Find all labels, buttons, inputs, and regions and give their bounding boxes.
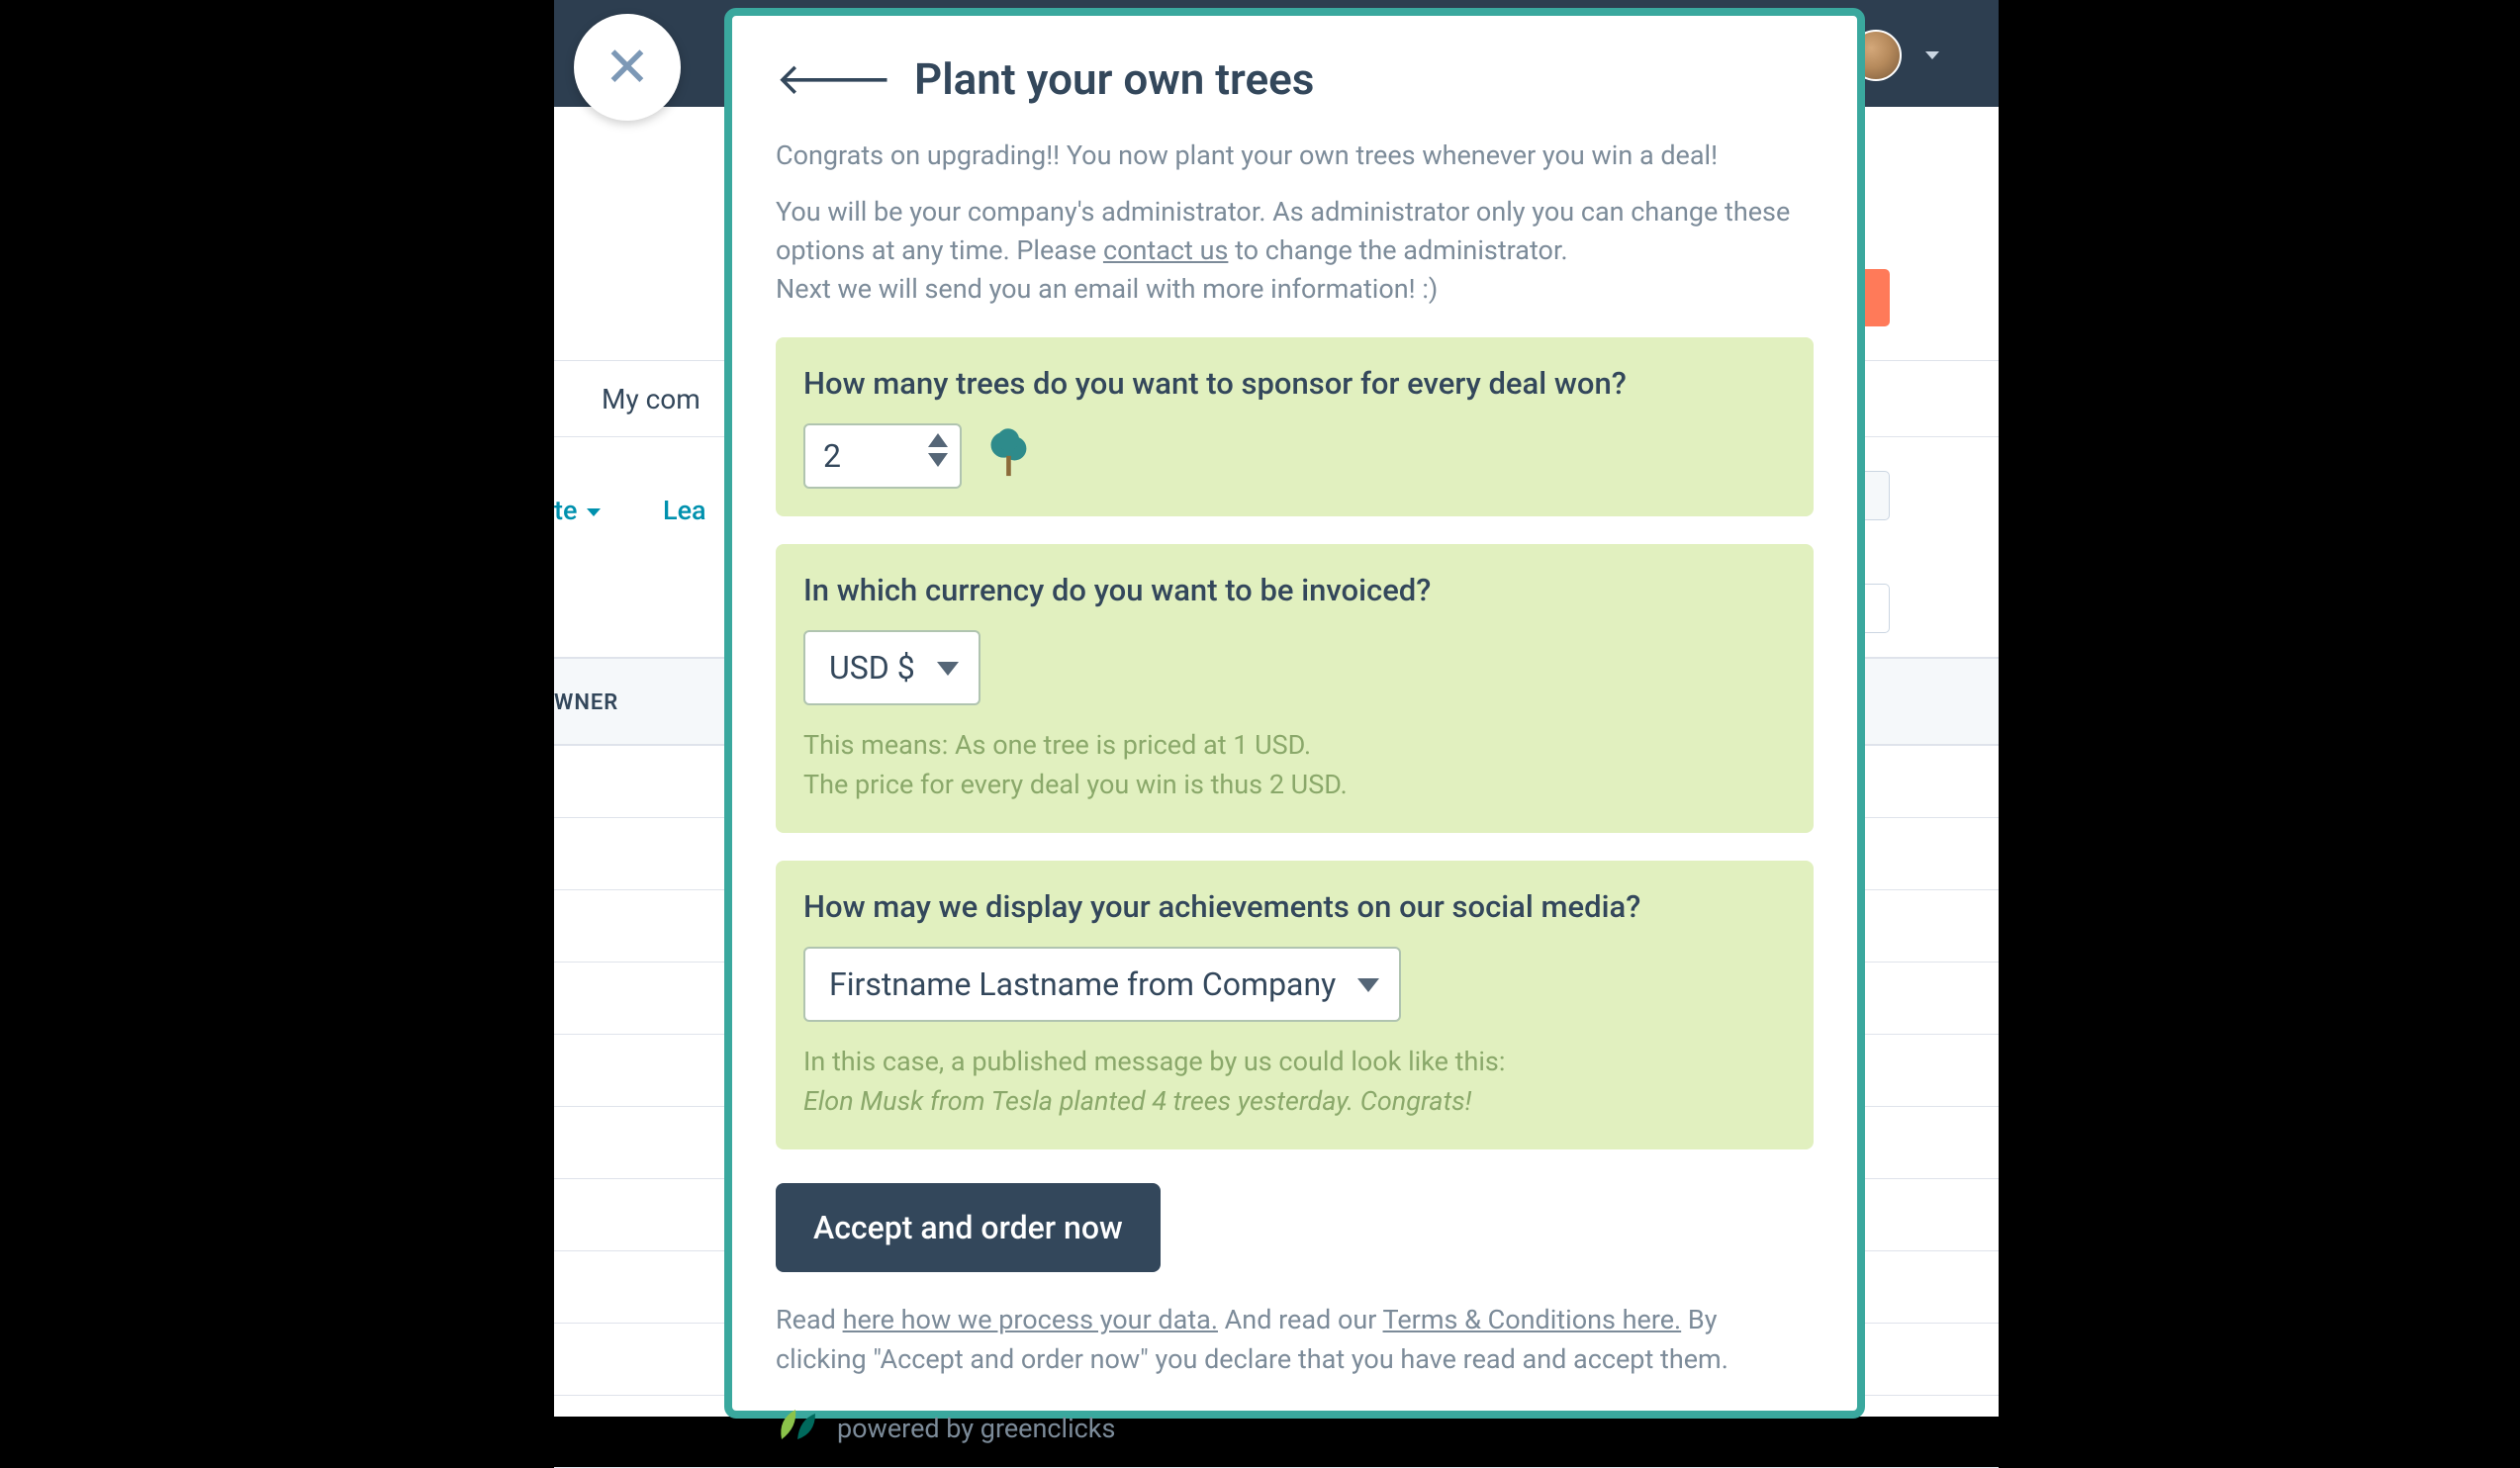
data-processing-link[interactable]: here how we process your data.: [843, 1304, 1218, 1335]
spinner-controls: [928, 433, 948, 467]
modal-header: 🡐 Plant your own trees: [776, 53, 1814, 105]
intro-text-2: You will be your company's administrator…: [776, 193, 1814, 309]
trees-card: How many trees do you want to sponsor fo…: [776, 337, 1814, 516]
terms-link[interactable]: Terms & Conditions here.: [1383, 1304, 1682, 1335]
spinner-up-icon[interactable]: [928, 433, 948, 447]
spinner-down-icon[interactable]: [928, 453, 948, 467]
social-question: How may we display your achievements on …: [803, 888, 1786, 925]
trees-count-value: 2: [823, 437, 841, 475]
filter-dropdown-partial[interactable]: te: [554, 495, 601, 526]
filter-dropdown-partial[interactable]: Lea: [663, 495, 706, 526]
currency-select[interactable]: USD $: [803, 630, 980, 705]
legal-text: Read here how we process your data. And …: [776, 1300, 1814, 1380]
tree-icon: [985, 428, 1031, 484]
greenclicks-leaf-icon: [776, 1406, 819, 1452]
social-display-select[interactable]: Firstname Lastname from Company: [803, 947, 1401, 1022]
trees-question: How many trees do you want to sponsor fo…: [803, 365, 1786, 402]
back-arrow-icon[interactable]: 🡐: [776, 57, 892, 101]
plant-trees-modal: 🡐 Plant your own trees Congrats on upgra…: [724, 8, 1865, 1419]
chevron-down-icon: [1357, 978, 1379, 992]
currency-hint: This means: As one tree is priced at 1 U…: [803, 725, 1786, 805]
accept-order-button[interactable]: Accept and order now: [776, 1183, 1161, 1272]
chevron-down-icon[interactable]: [1925, 51, 1939, 59]
social-hint: In this case, a published message by us …: [803, 1042, 1786, 1122]
currency-question: In which currency do you want to be invo…: [803, 572, 1786, 608]
modal-title: Plant your own trees: [914, 53, 1314, 105]
close-button[interactable]: ✕: [574, 14, 681, 121]
column-header-partial[interactable]: WNER: [554, 690, 618, 715]
tab-partial[interactable]: My com: [602, 383, 700, 415]
close-icon: ✕: [605, 35, 651, 100]
trees-count-input[interactable]: 2: [803, 423, 962, 489]
intro-text-1: Congrats on upgrading!! You now plant yo…: [776, 137, 1814, 175]
currency-card: In which currency do you want to be invo…: [776, 544, 1814, 833]
social-selected: Firstname Lastname from Company: [829, 965, 1336, 1003]
social-card: How may we display your achievements on …: [776, 861, 1814, 1149]
powered-by-text: powered by greenclicks: [837, 1413, 1115, 1444]
app-viewport: My com te Lea WNER ✕ 🡐 Plant yo: [554, 0, 1999, 1417]
trees-input-row: 2: [803, 423, 1786, 489]
contact-us-link[interactable]: contact us: [1103, 234, 1228, 266]
powered-by: powered by greenclicks: [776, 1406, 1814, 1452]
currency-selected: USD $: [829, 649, 915, 687]
chevron-down-icon: [937, 662, 959, 676]
